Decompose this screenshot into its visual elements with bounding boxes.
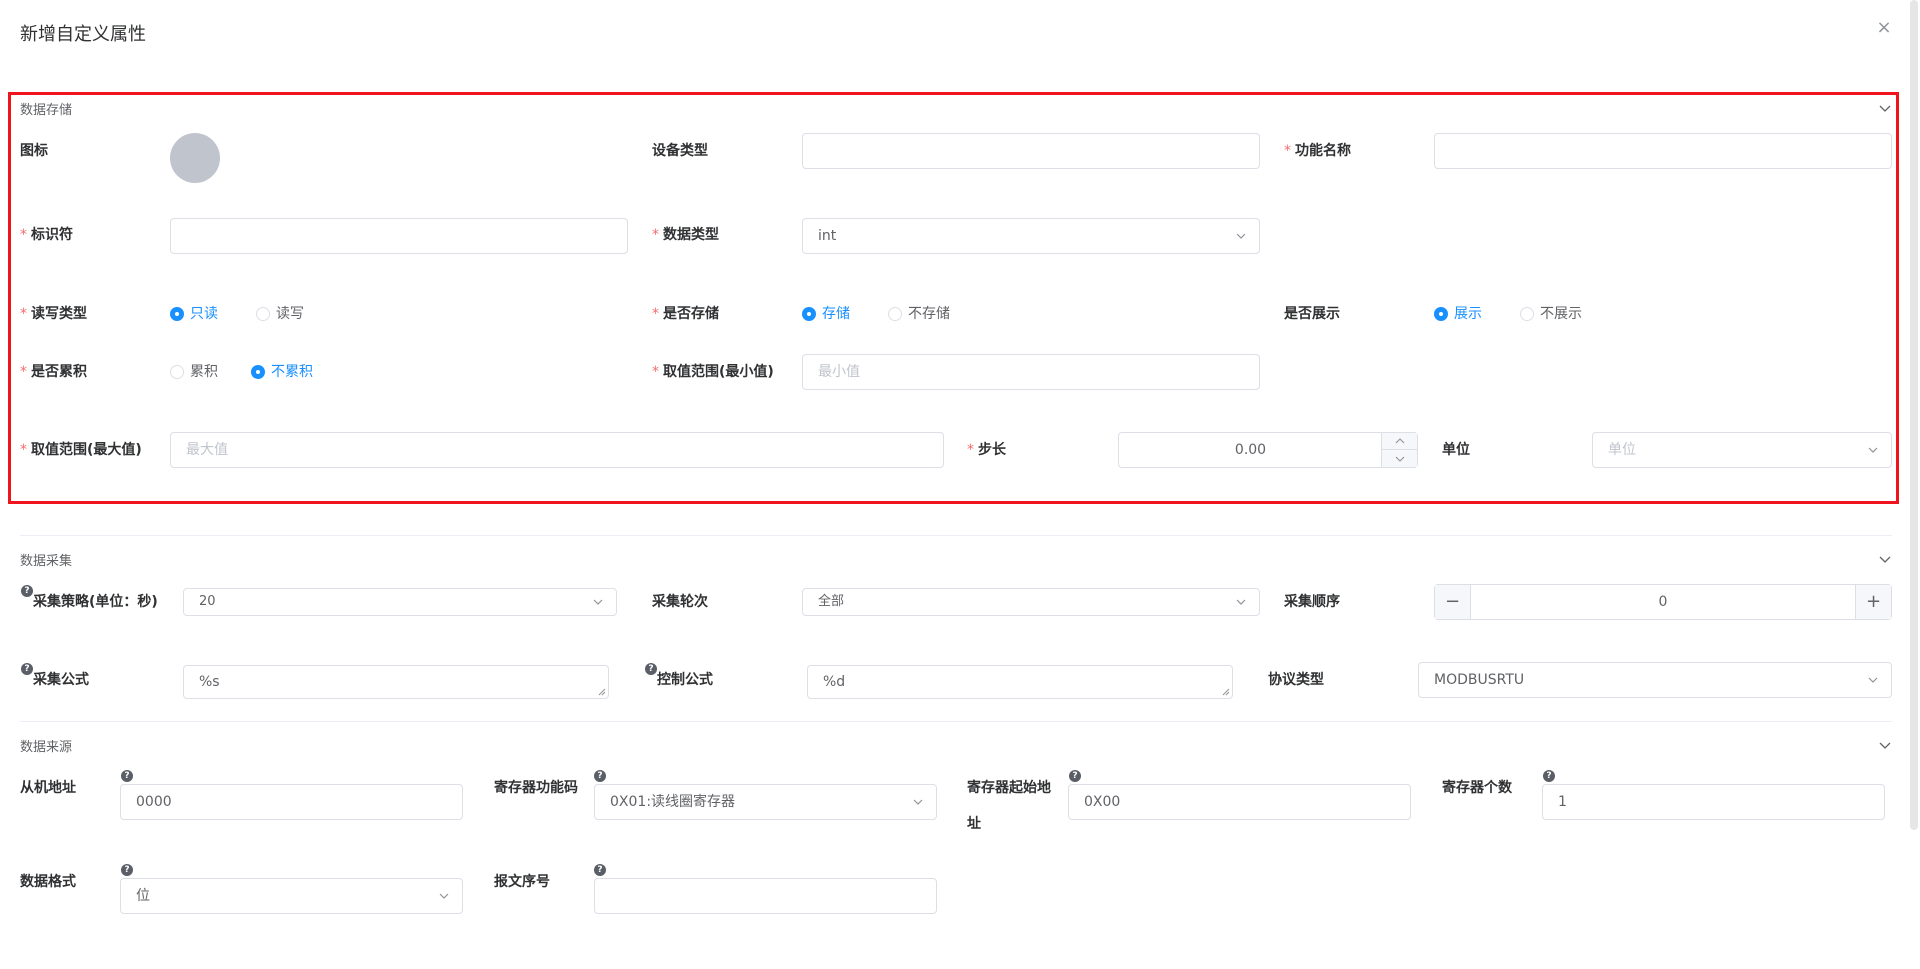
data-format-label: 数据格式 <box>20 874 76 890</box>
resize-grip-icon[interactable] <box>1222 688 1230 696</box>
chevron-down-icon <box>1868 677 1878 683</box>
section-collect-header[interactable]: 数据采集 <box>20 550 1892 574</box>
spin-down-icon[interactable] <box>1382 450 1418 467</box>
step-input[interactable]: 0.00 <box>1118 432 1418 468</box>
radio-no-store[interactable]: 不存储 <box>888 304 950 324</box>
identifier-label: * 标识符 <box>20 227 73 243</box>
help-icon[interactable]: ? <box>121 770 133 782</box>
chevron-down-icon <box>593 599 603 605</box>
rw-type-label: * 读写类型 <box>20 306 87 322</box>
radio-readwrite[interactable]: 读写 <box>256 304 304 324</box>
help-icon[interactable]: ? <box>645 663 657 675</box>
section-storage-header[interactable]: 数据存储 <box>20 99 1892 123</box>
unit-label: 单位 <box>1442 442 1470 458</box>
round-label: 采集轮次 <box>652 594 708 610</box>
scrollbar[interactable] <box>1910 0 1918 830</box>
min-range-label: * 取值范围(最小值) <box>652 364 774 380</box>
strategy-label: 采集策略(单位：秒) <box>33 594 158 610</box>
control-formula-label: 控制公式 <box>657 672 713 688</box>
device-type-input[interactable] <box>802 133 1260 169</box>
register-count-label: 寄存器个数 <box>1442 780 1512 796</box>
help-icon[interactable]: ? <box>121 864 133 876</box>
start-address-label-wrap: 址 <box>967 816 981 832</box>
help-icon[interactable]: ? <box>21 585 33 597</box>
chevron-down-icon <box>1868 447 1878 453</box>
help-icon[interactable]: ? <box>1069 770 1081 782</box>
section-collect-title: 数据采集 <box>20 554 73 569</box>
step-label: * 步长 <box>967 442 1006 458</box>
icon-label: 图标 <box>20 143 48 159</box>
function-name-label: * 功能名称 <box>1284 143 1351 159</box>
radio-store[interactable]: 存储 <box>802 304 850 324</box>
chevron-down-icon <box>1879 556 1891 563</box>
avatar[interactable] <box>170 133 220 183</box>
dialog-title: 新增自定义属性 <box>20 24 146 45</box>
strategy-select[interactable]: 20 <box>183 588 617 616</box>
control-formula-textarea[interactable]: %d <box>807 665 1233 699</box>
section-storage-title: 数据存储 <box>20 103 73 118</box>
help-icon[interactable]: ? <box>594 864 606 876</box>
formula-label: 采集公式 <box>33 672 89 688</box>
protocol-select[interactable]: MODBUSRTU <box>1418 662 1892 698</box>
minus-icon[interactable]: − <box>1435 585 1471 619</box>
radio-show[interactable]: 展示 <box>1434 304 1482 324</box>
chevron-down-icon <box>1879 742 1891 749</box>
section-source-title: 数据来源 <box>20 740 73 755</box>
slave-address-input[interactable]: 0000 <box>120 784 463 820</box>
help-icon[interactable]: ? <box>21 663 33 675</box>
data-type-label: * 数据类型 <box>652 227 719 243</box>
chevron-down-icon <box>439 893 449 899</box>
function-name-input[interactable] <box>1434 133 1892 169</box>
unit-select[interactable]: 单位 <box>1592 432 1892 468</box>
accum-label: * 是否累积 <box>20 364 87 380</box>
formula-textarea[interactable]: %s <box>183 665 609 699</box>
func-code-label: 寄存器功能码 <box>494 780 578 796</box>
round-select[interactable]: 全部 <box>802 588 1260 616</box>
device-type-label: 设备类型 <box>652 143 708 159</box>
data-type-select[interactable]: int <box>802 218 1260 254</box>
show-label: 是否展示 <box>1284 306 1340 322</box>
help-icon[interactable]: ? <box>1543 770 1555 782</box>
max-range-label: * 取值范围(最大值) <box>20 442 142 458</box>
start-address-input[interactable]: 0X00 <box>1068 784 1411 820</box>
resize-grip-icon[interactable] <box>598 688 606 696</box>
identifier-input[interactable] <box>170 218 628 254</box>
divider <box>20 535 1892 536</box>
order-label: 采集顺序 <box>1284 594 1340 610</box>
protocol-label: 协议类型 <box>1268 672 1324 688</box>
store-label: * 是否存储 <box>652 306 719 322</box>
min-range-input[interactable]: 最小值 <box>802 354 1260 390</box>
message-seq-label: 报文序号 <box>494 874 550 890</box>
chevron-down-icon <box>1236 599 1246 605</box>
register-count-input[interactable]: 1 <box>1542 784 1885 820</box>
help-icon[interactable]: ? <box>594 770 606 782</box>
chevron-down-icon <box>1236 233 1246 239</box>
radio-no-accum[interactable]: 不累积 <box>251 362 313 382</box>
message-seq-input[interactable] <box>594 878 937 914</box>
chevron-down-icon <box>913 799 923 805</box>
radio-readonly[interactable]: 只读 <box>170 304 218 324</box>
spin-up-icon[interactable] <box>1382 433 1418 450</box>
order-stepper[interactable]: − 0 + <box>1434 584 1892 620</box>
close-icon[interactable]: × <box>1874 18 1894 38</box>
radio-no-show[interactable]: 不展示 <box>1520 304 1582 324</box>
start-address-label: 寄存器起始地 <box>967 780 1051 796</box>
data-format-select[interactable]: 位 <box>120 878 463 914</box>
chevron-down-icon <box>1879 105 1891 112</box>
func-code-select[interactable]: 0X01:读线圈寄存器 <box>594 784 937 820</box>
section-source-header[interactable]: 数据来源 <box>20 736 1892 760</box>
radio-accum[interactable]: 累积 <box>170 362 218 382</box>
plus-icon[interactable]: + <box>1855 585 1891 619</box>
max-range-input[interactable]: 最大值 <box>170 432 944 468</box>
slave-address-label: 从机地址 <box>20 780 76 796</box>
divider <box>20 721 1892 722</box>
step-spinner <box>1381 433 1418 467</box>
